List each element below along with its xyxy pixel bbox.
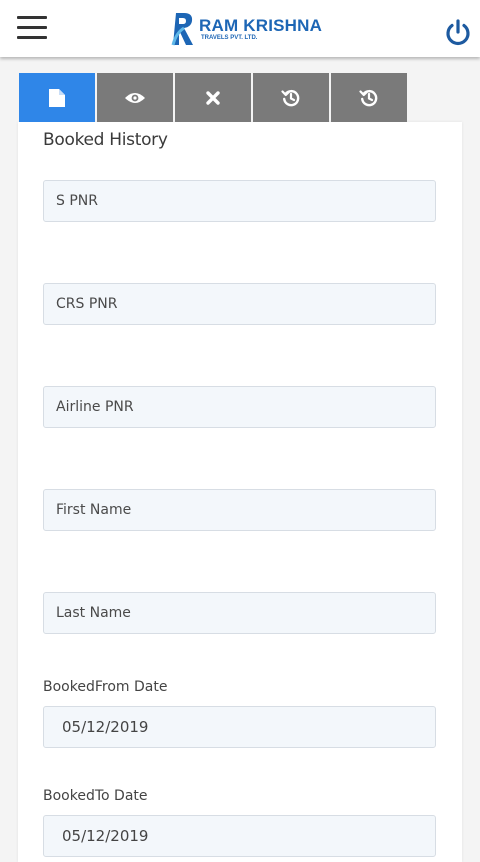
booked-from-date-label: BookedFrom Date	[43, 679, 168, 695]
history-icon	[359, 89, 378, 106]
history-icon	[281, 89, 300, 106]
tab-history-1[interactable]	[253, 73, 329, 122]
company-logo: RAM KRISHNA TRAVELS PVT. LTD.	[170, 11, 322, 47]
booked-to-date-field[interactable]	[43, 815, 436, 857]
hamburger-menu-icon[interactable]	[17, 16, 47, 40]
booked-history-panel: Booked History BookedFrom Date BookedTo …	[18, 122, 462, 862]
booked-from-date-input[interactable]	[44, 707, 435, 747]
booked-to-date-input[interactable]	[44, 816, 435, 856]
logo-subtitle: TRAVELS PVT. LTD.	[201, 35, 258, 41]
logo-name: RAM KRISHNA	[199, 16, 323, 35]
s-pnr-input[interactable]	[44, 181, 435, 221]
crs-pnr-field[interactable]	[43, 283, 436, 325]
tab-history-2[interactable]	[331, 73, 407, 122]
airline-pnr-field[interactable]	[43, 386, 436, 428]
booked-from-date-field[interactable]	[43, 706, 436, 748]
last-name-input[interactable]	[44, 593, 435, 633]
crs-pnr-input[interactable]	[44, 284, 435, 324]
panel-title: Booked History	[43, 130, 168, 150]
logo-r-mark-icon	[171, 13, 193, 46]
close-icon	[206, 90, 220, 105]
tab-cancel[interactable]	[175, 73, 251, 122]
first-name-field[interactable]	[43, 489, 436, 531]
s-pnr-field[interactable]	[43, 180, 436, 222]
first-name-input[interactable]	[44, 490, 435, 530]
document-icon	[49, 88, 65, 107]
tab-booked-history[interactable]	[19, 73, 95, 122]
last-name-field[interactable]	[43, 592, 436, 634]
eye-icon	[125, 92, 145, 103]
booked-to-date-label: BookedTo Date	[43, 788, 148, 804]
booking-tabs	[19, 73, 409, 122]
top-app-bar: RAM KRISHNA TRAVELS PVT. LTD.	[0, 0, 480, 57]
power-icon[interactable]	[443, 17, 473, 47]
tab-view[interactable]	[97, 73, 173, 122]
airline-pnr-input[interactable]	[44, 387, 435, 427]
